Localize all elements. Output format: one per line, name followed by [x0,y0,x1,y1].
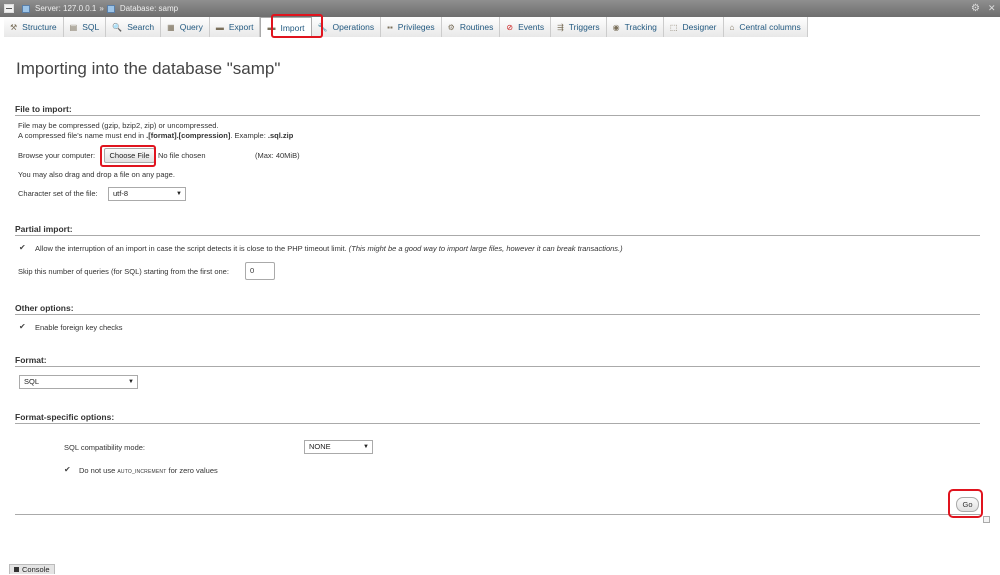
drag-drop-hint: You may also drag and drop a file on any… [18,170,175,179]
bottom-divider [15,514,980,515]
compressed-name-info: A compressed file's name must end in .[f… [18,131,294,140]
file-to-import-heading: File to import: [15,104,72,114]
skip-queries-input[interactable]: 0 [245,262,275,280]
foreign-key-label: Enable foreign key checks [35,323,123,332]
privileges-icon: ▪▪ [387,22,393,32]
routines-icon: ⚙ [447,22,455,32]
max-size: (Max: 40MiB) [255,151,300,160]
charset-select[interactable]: utf-8 ▼ [108,187,186,201]
format-select[interactable]: SQL ▼ [19,375,138,389]
chevron-down-icon: ▼ [128,379,134,385]
console-toggle[interactable]: Console [9,564,55,574]
tab-central-columns[interactable]: ⌂ Central columns [723,17,808,37]
chevron-down-icon: ▼ [176,191,182,197]
close-icon[interactable]: ✕ [988,0,996,17]
section-divider [15,423,980,424]
format-specific-heading: Format-specific options: [15,412,115,422]
top-breadcrumb-bar: Server: 127.0.0.1 » Database: samp ⚙ ✕ [0,0,1000,17]
triggers-icon: ⇶ [557,22,564,32]
resize-handle[interactable] [983,516,990,523]
query-icon: ▦ [167,22,175,32]
breadcrumb-separator: » [99,4,104,13]
sql-icon: ▤ [69,22,78,32]
breadcrumb: Server: 127.0.0.1 » Database: samp [22,0,178,17]
no-file-chosen: No file chosen [158,151,206,160]
export-icon: ▬ [215,22,224,32]
tab-triggers[interactable]: ⇶ Triggers [551,17,607,37]
section-divider [15,314,980,315]
sql-compat-select[interactable]: NONE ▼ [304,440,373,454]
foreign-key-checkbox[interactable]: ✔ [19,323,27,331]
tab-sql[interactable]: ▤ SQL [63,17,107,37]
collapse-navigation-button[interactable] [4,4,14,13]
tab-tracking[interactable]: ◉ Tracking [606,17,664,37]
console-icon [14,567,19,572]
no-auto-increment-checkbox[interactable]: ✔ [64,466,72,474]
server-icon [22,4,30,13]
section-divider [15,235,980,236]
no-auto-increment-label: Do not use AUTO_INCREMENT for zero value… [79,466,218,475]
import-tab-highlight [271,14,323,38]
breadcrumb-server[interactable]: Server: 127.0.0.1 [35,0,96,17]
tab-search[interactable]: 🔍 Search [106,17,162,37]
database-tabs: ⚒ Structure ▤ SQL 🔍 Search ▦ Query ▬ Export ▬… [4,17,808,37]
browse-label: Browse your computer: [18,151,96,160]
section-divider [15,115,980,116]
central-columns-icon: ⌂ [729,22,735,32]
gear-icon[interactable]: ⚙ [971,0,980,17]
events-icon: ⊘ [506,22,514,32]
tracking-icon: ◉ [612,22,620,32]
breadcrumb-database[interactable]: Database: samp [120,0,178,17]
tab-structure[interactable]: ⚒ Structure [4,17,64,37]
format-heading: Format: [15,355,47,365]
allow-interrupt-checkbox[interactable]: ✔ [19,244,27,252]
tab-routines[interactable]: ⚙ Routines [441,17,501,37]
go-button-highlight [948,489,983,518]
sql-compat-label: SQL compatibility mode: [64,443,146,452]
search-icon: 🔍 [112,22,123,32]
tab-events[interactable]: ⊘ Events [500,17,552,37]
compression-info: File may be compressed (gzip, bzip2, zip… [18,121,219,130]
chevron-down-icon: ▼ [363,444,369,450]
tab-designer[interactable]: ⬚ Designer [663,17,724,37]
database-icon [106,4,115,13]
tab-privileges[interactable]: ▪▪ Privileges [381,17,442,37]
page-title: Importing into the database "samp" [16,59,281,78]
tab-export[interactable]: ▬ Export [209,17,261,37]
structure-icon: ⚒ [10,22,18,32]
choose-file-highlight [100,145,156,167]
tab-query[interactable]: ▦ Query [161,17,210,37]
allow-interrupt-label: Allow the interruption of an import in c… [35,244,623,253]
designer-icon: ⬚ [669,22,678,32]
section-divider [15,366,980,367]
partial-import-heading: Partial import: [15,224,73,234]
other-options-heading: Other options: [15,303,74,313]
charset-label: Character set of the file: [18,189,98,198]
skip-queries-label: Skip this number of queries (for SQL) st… [18,267,229,276]
